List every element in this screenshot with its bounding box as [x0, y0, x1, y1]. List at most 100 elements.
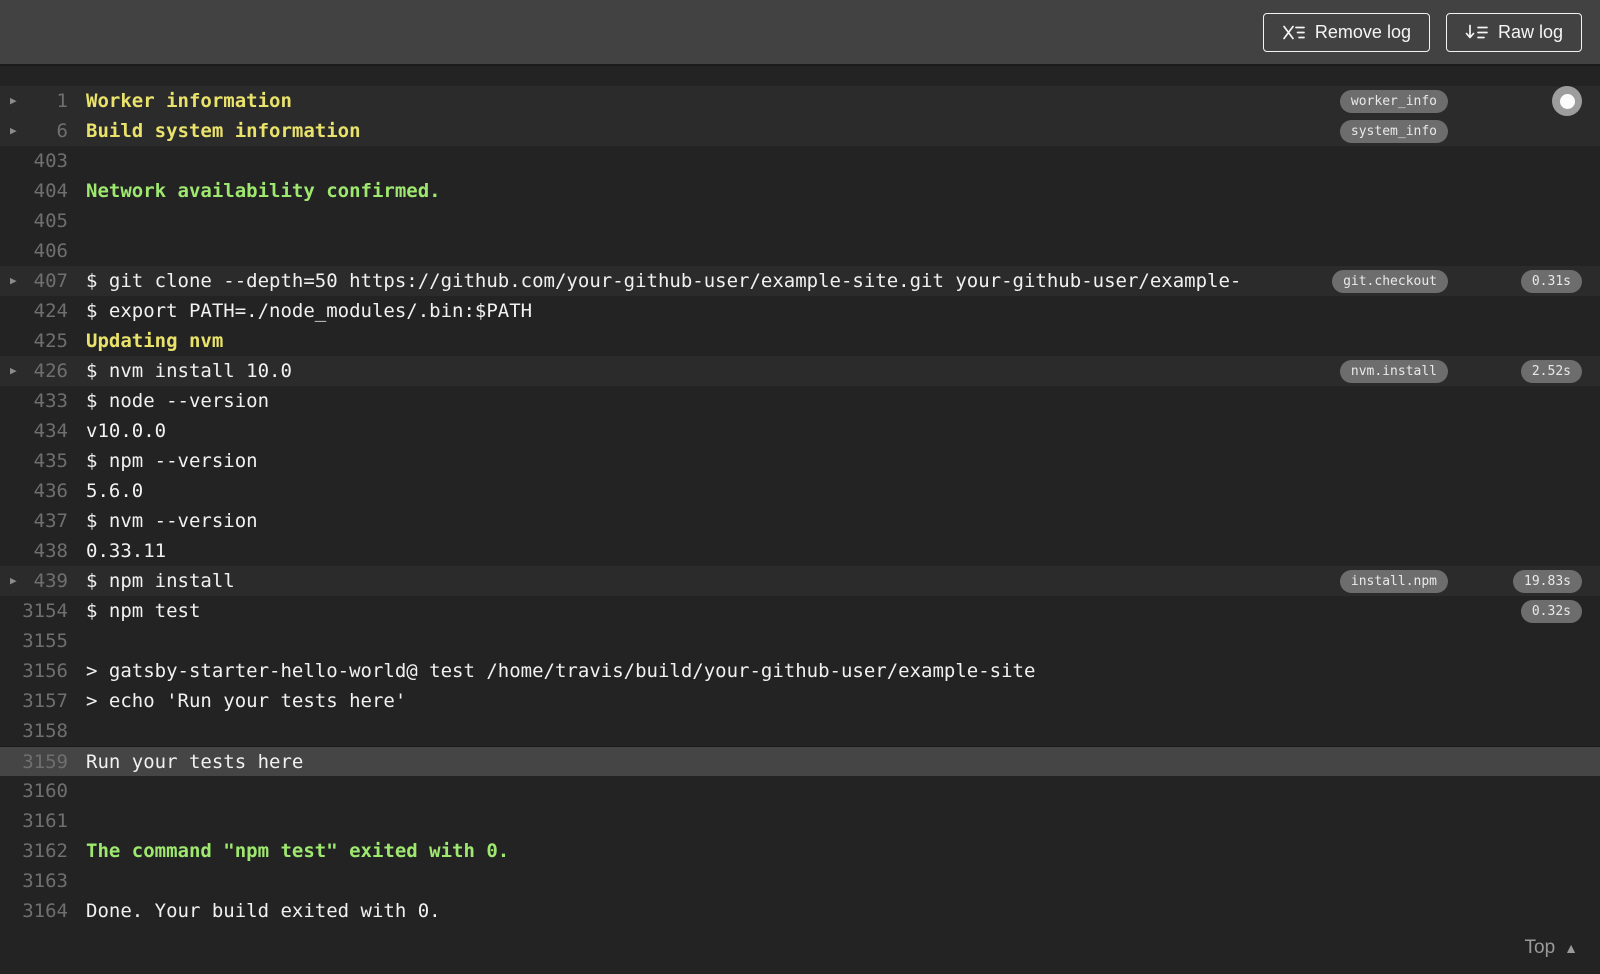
line-number[interactable]: 425 [22, 326, 68, 356]
log-line: ▶ 403 [0, 146, 1600, 176]
log-line: ▶ 437 $ nvm --version [0, 506, 1600, 536]
fold-tag-badge: nvm.install [1339, 359, 1448, 383]
line-text: > echo 'Run your tests here' [86, 690, 407, 712]
line-number[interactable]: 404 [22, 176, 68, 206]
remove-log-label: Remove log [1314, 21, 1411, 42]
line-text: $ npm install [86, 570, 235, 592]
log-line: ▶ 3159 Run your tests here [0, 746, 1600, 776]
line-number[interactable]: 3154 [22, 596, 68, 626]
log-line: ▶ 435 $ npm --version [0, 446, 1600, 476]
log-line: ▶ 3161 [0, 806, 1600, 836]
line-number[interactable]: 403 [22, 146, 68, 176]
fold-tag-badge: install.npm [1339, 569, 1448, 593]
log-toolbar: Remove log Raw log [0, 0, 1600, 66]
line-text: $ nvm --version [86, 510, 258, 532]
duration-badge: 2.52s [1520, 359, 1582, 383]
line-number[interactable]: 405 [22, 206, 68, 236]
log-line: ▶ 6 Build system information system_info [0, 116, 1600, 146]
log-line: ▶ 424 $ export PATH=./node_modules/.bin:… [0, 296, 1600, 326]
scroll-knob[interactable] [1552, 86, 1582, 116]
line-text: $ git clone --depth=50 https://github.co… [86, 270, 1242, 292]
log-line: ▶ 3156 > gatsby-starter-hello-world@ tes… [0, 656, 1600, 686]
log-line: ▶ 406 [0, 236, 1600, 266]
line-number[interactable]: 424 [22, 296, 68, 326]
log-line: ▶ 3157 > echo 'Run your tests here' [0, 686, 1600, 716]
log-line: ▶ 3164 Done. Your build exited with 0. [0, 896, 1600, 926]
fold-toggle-icon[interactable]: ▶ [0, 356, 22, 386]
top-label: Top [1524, 937, 1556, 958]
log-line: ▶ 425 Updating nvm [0, 326, 1600, 356]
line-text: $ nvm install 10.0 [86, 360, 292, 382]
line-text: v10.0.0 [86, 420, 167, 442]
line-text: 5.6.0 [86, 480, 144, 502]
line-text: 0.33.11 [86, 540, 167, 562]
line-text: Run your tests here [86, 750, 304, 773]
remove-log-button[interactable]: Remove log [1262, 12, 1430, 52]
fold-toggle-icon[interactable]: ▶ [0, 86, 22, 116]
line-number[interactable]: 437 [22, 506, 68, 536]
line-number[interactable]: 406 [22, 236, 68, 266]
line-number[interactable]: 439 [22, 566, 68, 596]
line-text: Build system information [86, 120, 361, 142]
log-line: ▶ 3158 [0, 716, 1600, 746]
line-number[interactable]: 3156 [22, 656, 68, 686]
log-line: ▶ 436 5.6.0 [0, 476, 1600, 506]
log-line: ▶ 407 $ git clone --depth=50 https://git… [0, 266, 1600, 296]
log-line: ▶ 3155 [0, 626, 1600, 656]
line-text: $ npm test [86, 600, 201, 622]
log-line: ▶ 3163 [0, 866, 1600, 896]
raw-log-button[interactable]: Raw log [1445, 12, 1582, 52]
line-number[interactable]: 3158 [22, 716, 68, 746]
raw-log-label: Raw log [1497, 21, 1563, 42]
remove-log-icon [1282, 24, 1305, 41]
line-number[interactable]: 3162 [22, 836, 68, 866]
log-line: ▶ 434 v10.0.0 [0, 416, 1600, 446]
fold-toggle-icon[interactable]: ▶ [0, 266, 22, 296]
line-number[interactable]: 438 [22, 536, 68, 566]
log-line: ▶ 3160 [0, 776, 1600, 806]
raw-log-icon [1465, 24, 1488, 41]
duration-badge: 0.31s [1520, 269, 1582, 293]
line-number[interactable]: 407 [22, 266, 68, 296]
line-text: $ node --version [86, 390, 270, 412]
log-line: ▶ 438 0.33.11 [0, 536, 1600, 566]
fold-toggle-icon[interactable]: ▶ [0, 116, 22, 146]
log-line: ▶ 405 [0, 206, 1600, 236]
log-line: ▶ 404 Network availability confirmed. [0, 176, 1600, 206]
line-number[interactable]: 3155 [22, 626, 68, 656]
line-text: > gatsby-starter-hello-world@ test /home… [86, 660, 1036, 682]
log-body: ▶ 1 Worker information worker_info ▶ 6 B… [0, 66, 1600, 926]
line-number[interactable]: 1 [22, 86, 68, 116]
line-number[interactable]: 426 [22, 356, 68, 386]
log-line: ▶ 439 $ npm install install.npm 19.83s [0, 566, 1600, 596]
log-line: ▶ 1 Worker information worker_info [0, 86, 1600, 116]
line-number[interactable]: 3160 [22, 776, 68, 806]
line-text: Worker information [86, 90, 292, 112]
line-number[interactable]: 3163 [22, 866, 68, 896]
log-line: ▶ 426 $ nvm install 10.0 nvm.install 2.5… [0, 356, 1600, 386]
fold-tag-badge: git.checkout [1332, 269, 1448, 293]
fold-toggle-icon[interactable]: ▶ [0, 566, 22, 596]
line-number[interactable]: 3159 [22, 747, 68, 777]
scroll-to-top-link[interactable]: Top ▲ [1525, 937, 1579, 959]
line-text: Done. Your build exited with 0. [86, 900, 441, 922]
line-text: Updating nvm [86, 330, 224, 352]
log-line: ▶ 433 $ node --version [0, 386, 1600, 416]
line-number[interactable]: 6 [22, 116, 68, 146]
line-number[interactable]: 3161 [22, 806, 68, 836]
line-number[interactable]: 3157 [22, 686, 68, 716]
line-text: The command "npm test" exited with 0. [86, 840, 510, 862]
line-number[interactable]: 435 [22, 446, 68, 476]
log-line: ▶ 3154 $ npm test 0.32s [0, 596, 1600, 626]
fold-tag-badge: worker_info [1339, 89, 1448, 113]
line-number[interactable]: 433 [22, 386, 68, 416]
caret-up-icon: ▲ [1564, 940, 1578, 956]
fold-tag-badge: system_info [1339, 119, 1448, 143]
line-text: Network availability confirmed. [86, 180, 441, 202]
line-text: $ npm --version [86, 450, 258, 472]
line-number[interactable]: 3164 [22, 896, 68, 926]
duration-badge: 0.32s [1520, 599, 1582, 623]
line-number[interactable]: 434 [22, 416, 68, 446]
duration-badge: 19.83s [1513, 569, 1582, 593]
line-number[interactable]: 436 [22, 476, 68, 506]
